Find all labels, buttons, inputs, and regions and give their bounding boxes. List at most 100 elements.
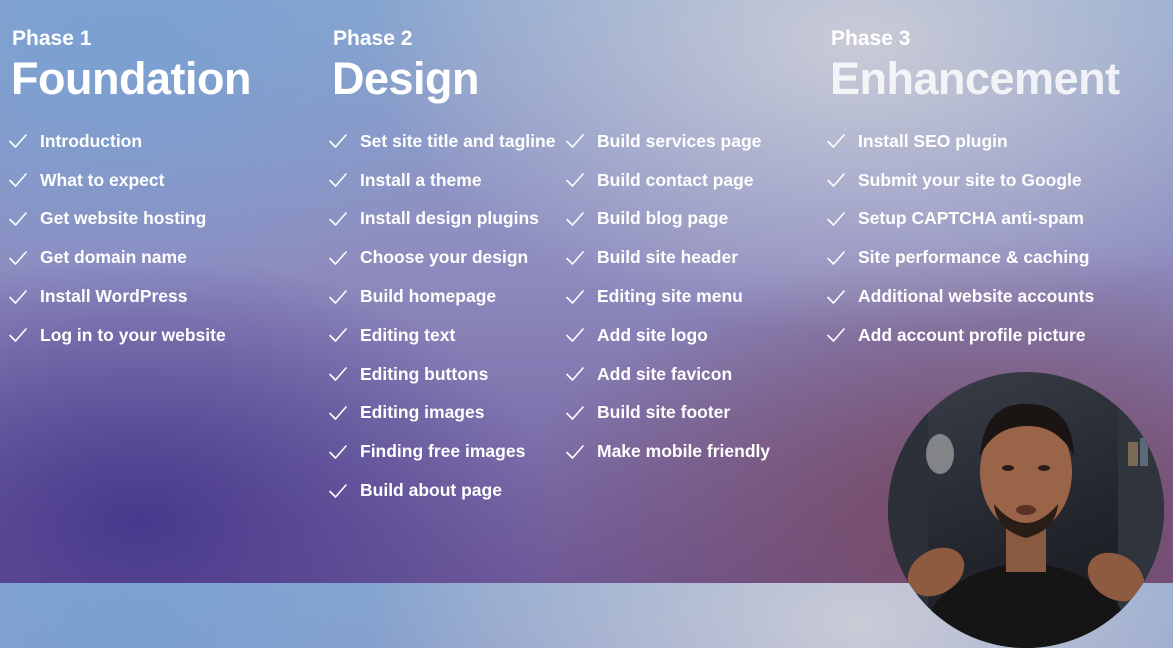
checkmark-icon bbox=[9, 328, 27, 343]
checklist-item: Install WordPress bbox=[8, 277, 226, 316]
checkmark-icon bbox=[329, 444, 347, 459]
checklist-item: Choose your design bbox=[328, 238, 555, 277]
checklist-item: Introduction bbox=[8, 122, 226, 161]
checkmark-icon bbox=[566, 173, 584, 187]
checklist-item-label: Editing text bbox=[360, 324, 456, 345]
checklist-item: Get domain name bbox=[8, 238, 226, 277]
checkmark-icon bbox=[329, 367, 347, 381]
phase-label: Phase 1 bbox=[12, 27, 92, 50]
checkmark-icon bbox=[9, 134, 27, 149]
checklist-item-label: Install design plugins bbox=[360, 208, 539, 229]
checkmark-icon bbox=[827, 289, 845, 304]
checklist-item-label: Make mobile friendly bbox=[597, 441, 771, 462]
presenter-figure bbox=[888, 372, 1164, 648]
checklist-item: Build homepage bbox=[328, 277, 555, 316]
checklist-item-label: Editing site menu bbox=[597, 286, 743, 307]
checklist-item-label: Editing images bbox=[360, 402, 485, 423]
phase-3-heading: Phase 3 Enhancement bbox=[830, 26, 1120, 105]
checkmark-icon bbox=[9, 250, 27, 265]
checkmark-icon bbox=[566, 406, 584, 420]
checklist-item: Editing text bbox=[328, 316, 555, 355]
checklist-item-label: Submit your site to Google bbox=[858, 169, 1082, 190]
checklist-item: Additional website accounts bbox=[826, 277, 1094, 316]
checklist-item: Setup CAPTCHA anti-spam bbox=[826, 200, 1094, 239]
checklist-item: Editing buttons bbox=[328, 355, 555, 394]
checklist-item: Install design plugins bbox=[328, 200, 555, 239]
phase-2-checklist-left: Set site title and tagline Install a them… bbox=[328, 122, 555, 510]
checklist-item-label: Build site header bbox=[597, 247, 739, 268]
checklist-item: Add site favicon bbox=[565, 355, 770, 394]
checklist-item-label: Build blog page bbox=[597, 208, 729, 229]
checkmark-icon bbox=[827, 134, 845, 149]
checklist-item-label: Build homepage bbox=[360, 286, 497, 307]
phase-2-heading: Phase 2 Design bbox=[332, 26, 480, 105]
phase-1-checklist: Introduction What to expect Get website ho… bbox=[8, 122, 226, 355]
checkmark-icon bbox=[827, 173, 845, 187]
checkmark-icon bbox=[329, 212, 347, 226]
phase-label: Phase 3 bbox=[831, 27, 911, 50]
checklist-item: Get website hosting bbox=[8, 200, 226, 239]
checklist-item-label: Additional website accounts bbox=[858, 286, 1095, 307]
checklist-item: Build site header bbox=[565, 238, 770, 277]
checklist-item-label: Get domain name bbox=[40, 247, 187, 268]
checkmark-icon bbox=[566, 328, 584, 343]
phase-title: Enhancement bbox=[830, 53, 1120, 104]
checklist-item-label: Log in to your website bbox=[40, 324, 226, 345]
checkmark-icon bbox=[566, 289, 584, 304]
checklist-item: Submit your site to Google bbox=[826, 161, 1094, 200]
phase-title: Foundation bbox=[11, 53, 251, 104]
checkmark-icon bbox=[566, 250, 584, 265]
checkmark-icon bbox=[566, 444, 584, 459]
checklist-item: Install a theme bbox=[328, 161, 555, 200]
checkmark-icon bbox=[329, 483, 347, 498]
checklist-item-label: Build services page bbox=[597, 130, 762, 151]
phase-3-checklist: Install SEO plugin Submit your site to Go… bbox=[826, 122, 1094, 355]
checklist-item: Site performance & caching bbox=[826, 238, 1094, 277]
presenter-video-bubble bbox=[888, 372, 1164, 648]
checklist-item-label: Choose your design bbox=[360, 247, 529, 268]
checklist-item-label: Finding free images bbox=[360, 441, 526, 462]
checklist-item: What to expect bbox=[8, 161, 226, 200]
checkmark-icon bbox=[9, 212, 27, 226]
checkmark-icon bbox=[329, 250, 347, 265]
checklist-item-label: Build contact page bbox=[597, 169, 754, 190]
checklist-item: Build contact page bbox=[565, 161, 770, 200]
checklist-item: Build blog page bbox=[565, 200, 770, 239]
checklist-item-label: Get website hosting bbox=[40, 208, 207, 229]
checklist-item: Build services page bbox=[565, 122, 770, 161]
checklist-item-label: Install WordPress bbox=[40, 286, 188, 307]
checkmark-icon bbox=[329, 289, 347, 304]
phase-label: Phase 2 bbox=[333, 27, 413, 50]
checkmark-icon bbox=[827, 328, 845, 343]
checkmark-icon bbox=[329, 134, 347, 149]
checklist-item-label: Setup CAPTCHA anti-spam bbox=[858, 208, 1084, 229]
checklist-item: Finding free images bbox=[328, 432, 555, 471]
checklist-item: Set site title and tagline bbox=[328, 122, 555, 161]
checklist-item: Editing site menu bbox=[565, 277, 770, 316]
checklist-item: Build site footer bbox=[565, 394, 770, 433]
checklist-item-label: Site performance & caching bbox=[858, 247, 1090, 268]
checkmark-icon bbox=[9, 173, 27, 187]
phase-2-checklist-right: Build services page Build contact page Bui… bbox=[565, 122, 770, 471]
checkmark-icon bbox=[827, 250, 845, 265]
checklist-item-label: What to expect bbox=[40, 169, 165, 190]
checklist-item-label: Set site title and tagline bbox=[360, 130, 556, 151]
checklist-item-label: Add site favicon bbox=[597, 363, 733, 384]
checkmark-icon bbox=[329, 328, 347, 343]
checklist-item: Build about page bbox=[328, 471, 555, 510]
checkmark-icon bbox=[827, 212, 845, 226]
checkmark-icon bbox=[9, 289, 27, 304]
checklist-item: Add site logo bbox=[565, 316, 770, 355]
checklist-item: Install SEO plugin bbox=[826, 122, 1094, 161]
checklist-item: Editing images bbox=[328, 394, 555, 433]
checklist-item-label: Install SEO plugin bbox=[858, 130, 1008, 151]
checkmark-icon bbox=[329, 406, 347, 420]
checkmark-icon bbox=[329, 173, 347, 187]
checklist-item-label: Introduction bbox=[40, 130, 143, 151]
checkmark-icon bbox=[566, 134, 584, 149]
checklist-item-label: Install a theme bbox=[360, 169, 482, 190]
checklist-item: Add account profile picture bbox=[826, 316, 1094, 355]
checklist-item-label: Editing buttons bbox=[360, 363, 489, 384]
phase-title: Design bbox=[332, 53, 480, 104]
checklist-item-label: Add site logo bbox=[597, 324, 708, 345]
